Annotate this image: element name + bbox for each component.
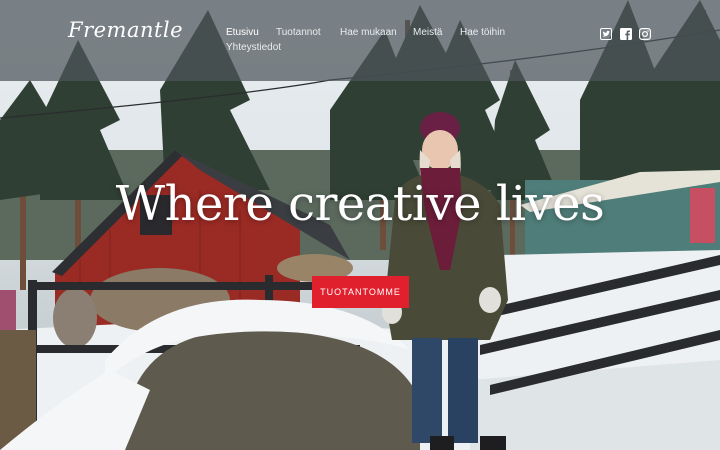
productions-cta-button[interactable]: TUOTANTOMME: [312, 276, 409, 308]
site-header: Fremantle Etusivu Tuotannot Hae mukaan M…: [0, 0, 720, 81]
facebook-icon[interactable]: [620, 27, 632, 40]
hero-headline: Where creative lives: [115, 176, 605, 232]
nav-item-tuotannot[interactable]: Tuotannot: [276, 27, 321, 38]
fremantle-logo[interactable]: Fremantle: [68, 18, 183, 42]
twitter-icon[interactable]: [600, 27, 612, 40]
instagram-icon[interactable]: [639, 27, 652, 41]
nav-item-etusivu[interactable]: Etusivu: [226, 27, 259, 38]
nav-item-meista[interactable]: Meistä: [413, 27, 442, 38]
nav-item-hae-mukaan[interactable]: Hae mukaan: [340, 27, 397, 38]
nav-item-yhteystiedot[interactable]: Yhteystiedot: [226, 42, 281, 53]
nav-item-hae-toihin[interactable]: Hae töihin: [460, 27, 505, 38]
